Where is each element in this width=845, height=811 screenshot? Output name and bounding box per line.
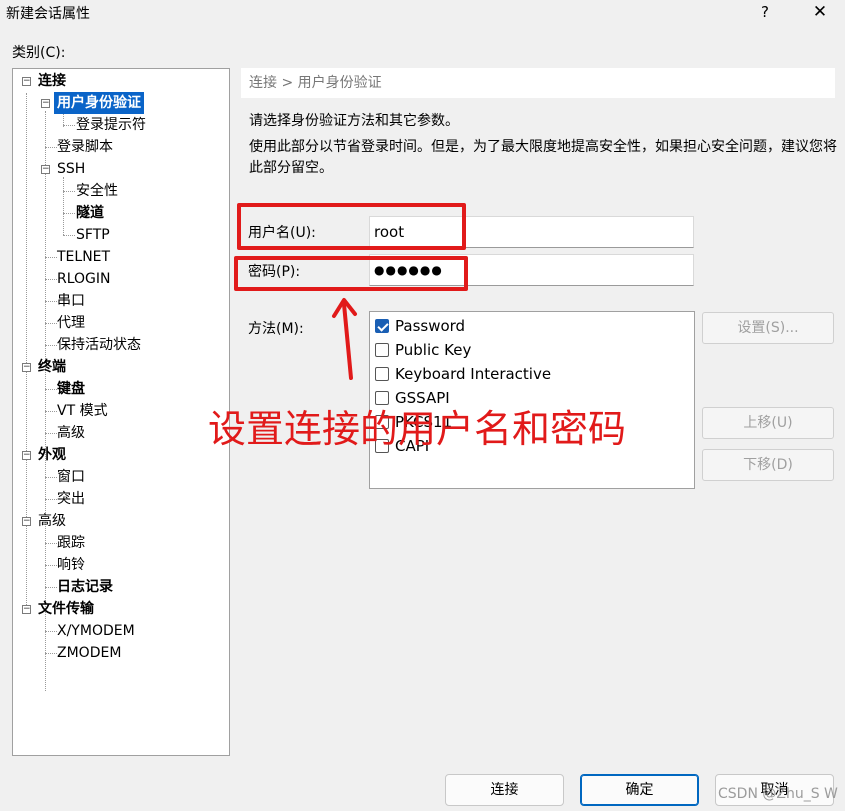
tree-line (45, 499, 57, 500)
tree-item-bell[interactable]: 响铃 (57, 554, 85, 576)
tree-item-ssh[interactable]: SSH (57, 158, 85, 180)
close-button[interactable]: ✕ (808, 1, 832, 23)
tree-item-serial[interactable]: 串口 (57, 290, 85, 312)
method-label-public-key: Public Key (395, 341, 472, 359)
checkbox-checked-icon[interactable] (375, 319, 389, 333)
tree-item-sftp[interactable]: SFTP (76, 224, 110, 246)
collapse-icon[interactable]: − (22, 363, 31, 372)
collapse-icon[interactable]: − (41, 99, 50, 108)
password-highlight-box (234, 256, 468, 291)
method-label-password: Password (395, 317, 466, 335)
tree-line (45, 411, 57, 412)
settings-button[interactable]: 设置(S)... (702, 312, 834, 344)
description-note: 使用此部分以节省登录时间。但是，为了最大限度地提高安全性，如果担心安全问题，建议… (249, 139, 837, 176)
tree-item-user-auth[interactable]: 用户身份验证 (54, 92, 144, 114)
category-tree[interactable]: − − − − − − − 连接 用户身份验证 登录提示符 登录脚本 SSH 安… (12, 68, 230, 756)
method-item-password[interactable]: Password (375, 314, 465, 338)
breadcrumb: 连接 > 用户身份验证 (241, 68, 835, 98)
connect-button[interactable]: 连接 (445, 774, 564, 806)
tree-item-connection[interactable]: 连接 (38, 70, 66, 92)
collapse-icon[interactable]: − (22, 605, 31, 614)
tree-line (45, 389, 57, 390)
tree-item-appearance[interactable]: 外观 (38, 444, 66, 466)
tree-line (45, 587, 57, 588)
tree-item-trace[interactable]: 跟踪 (57, 532, 85, 554)
help-button[interactable]: ? (754, 1, 776, 23)
annotation-text: 设置连接的用户名和密码 (208, 407, 627, 451)
method-label-keyboard-interactive: Keyboard Interactive (395, 365, 552, 383)
move-up-button[interactable]: 上移(U) (702, 407, 834, 439)
tree-item-proxy[interactable]: 代理 (57, 312, 85, 334)
tree-item-logging[interactable]: 日志记录 (57, 576, 113, 598)
tree-line (45, 477, 57, 478)
tree-line (45, 653, 57, 654)
tree-line (63, 191, 75, 192)
collapse-icon[interactable]: − (22, 451, 31, 460)
tree-line (63, 235, 75, 236)
tree-item-rlogin[interactable]: RLOGIN (57, 268, 111, 290)
description-text: 请选择身份验证方法和其它参数。 (249, 113, 459, 129)
tree-item-highlight[interactable]: 突出 (57, 488, 85, 510)
checkbox-icon[interactable] (375, 367, 389, 381)
window-title: 新建会话属性 (6, 6, 90, 22)
annotation-arrow-icon (332, 298, 357, 380)
tree-line (45, 565, 57, 566)
title-bar: 新建会话属性 ? ✕ (0, 0, 845, 28)
tree-line (45, 345, 57, 346)
tree-item-terminal[interactable]: 终端 (38, 356, 66, 378)
tree-line (63, 213, 75, 214)
tree-item-telnet[interactable]: TELNET (57, 246, 110, 268)
tree-line (45, 323, 57, 324)
tree-line (63, 177, 64, 235)
tree-item-advanced[interactable]: 高级 (38, 510, 66, 532)
tree-item-login-script[interactable]: 登录脚本 (57, 136, 113, 158)
tree-line (45, 301, 57, 302)
tree-item-zmodem[interactable]: ZMODEM (57, 642, 121, 664)
tree-item-security[interactable]: 安全性 (76, 180, 118, 202)
method-item-public-key[interactable]: Public Key (375, 338, 471, 362)
tree-line (63, 125, 75, 126)
watermark: CSDN @Zhu_S W (718, 786, 838, 802)
tree-item-login-prompts[interactable]: 登录提示符 (76, 114, 146, 136)
tree-item-tunnel[interactable]: 隧道 (76, 202, 104, 224)
ok-button[interactable]: 确定 (580, 774, 699, 806)
tree-line (45, 279, 57, 280)
tree-item-window[interactable]: 窗口 (57, 466, 85, 488)
tree-item-file-transfer[interactable]: 文件传输 (38, 598, 94, 620)
tree-line (45, 433, 57, 434)
checkbox-icon[interactable] (375, 343, 389, 357)
method-item-keyboard-interactive[interactable]: Keyboard Interactive (375, 362, 551, 386)
category-label: 类别(C): (12, 45, 66, 61)
collapse-icon[interactable]: − (41, 165, 50, 174)
tree-item-keyboard[interactable]: 键盘 (57, 378, 85, 400)
tree-line (45, 631, 57, 632)
move-down-button[interactable]: 下移(D) (702, 449, 834, 481)
tree-line (45, 257, 57, 258)
tree-line (26, 93, 27, 609)
tree-item-vt-mode[interactable]: VT 模式 (57, 400, 108, 422)
tree-line (45, 147, 57, 148)
collapse-icon[interactable]: − (22, 77, 31, 86)
username-highlight-box (237, 203, 466, 250)
tree-item-terminal-advanced[interactable]: 高级 (57, 422, 85, 444)
tree-line (45, 543, 57, 544)
collapse-icon[interactable]: − (22, 517, 31, 526)
tree-item-xymodem[interactable]: X/YMODEM (57, 620, 135, 642)
method-label: 方法(M): (248, 321, 304, 337)
tree-item-keepalive[interactable]: 保持活动状态 (57, 334, 141, 356)
